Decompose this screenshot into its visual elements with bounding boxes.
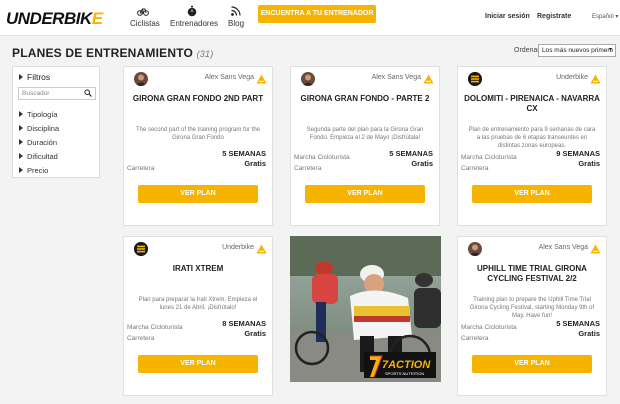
caret-right-icon [19, 111, 23, 117]
plan-tags: Marcha Cicloturista Carretera [461, 322, 517, 344]
register-link[interactable]: Registrate [537, 13, 571, 20]
chevron-down-icon: ▾ [615, 14, 619, 20]
language-selector[interactable]: Español ▾ [592, 13, 618, 20]
find-coach-button[interactable]: ENCUENTRA A TU ENTRENADOR [258, 5, 376, 23]
filters-panel: Filtros Buscador Tipología Disciplina Du… [12, 66, 100, 178]
order-select[interactable]: Los más nuevos primero ▾ [538, 44, 616, 57]
ad-brand-main: 7ACTION [382, 359, 431, 371]
difficulty-icon [590, 244, 601, 254]
nav-blog[interactable]: Blog [228, 5, 244, 28]
plan-duration-price: 5 SEMANAS Gratis [389, 149, 433, 168]
author-name: Underbike [222, 244, 254, 251]
stopwatch-icon [187, 5, 197, 17]
view-plan-button[interactable]: VER PLAN [138, 185, 258, 203]
tag: Carretera [461, 165, 489, 172]
login-link[interactable]: Iniciar sesión [485, 13, 530, 20]
sponsor-ad-image[interactable]: 7ACTION SPORTS NUTRITION [290, 236, 441, 382]
difficulty-icon [423, 74, 434, 84]
caret-right-icon [19, 167, 23, 173]
tag: Marcha Cicloturista [461, 324, 517, 331]
chevron-down-icon: ▾ [608, 47, 612, 53]
author-name: Alex Sans Vega [538, 244, 588, 251]
top-navigation-bar: UNDERBIKE Ciclistas Entrenadores Blog EN… [0, 0, 620, 36]
plan-description: Segunda parte del plan para la Girona Gr… [306, 127, 424, 141]
plan-duration-price: 8 SEMANAS Gratis [222, 319, 266, 338]
page-title: PLANES DE ENTRENAMIENTO (31) [12, 46, 214, 60]
nav-entrenadores[interactable]: Entrenadores [170, 5, 218, 28]
plan-card[interactable]: Alex Sans Vega GIRONA GRAN FONDO - PARTE… [290, 66, 440, 226]
plan-card[interactable]: Alex Sans Vega UPHILL TIME TRIAL GIRONA … [457, 236, 607, 396]
plan-tags: Marcha Cicloturista Carretera [461, 152, 517, 174]
view-plan-button[interactable]: VER PLAN [472, 185, 592, 203]
filter-precio[interactable]: Precio [19, 166, 48, 175]
underbike-avatar-icon [134, 242, 148, 256]
avatar [301, 72, 315, 86]
plan-description: Plan de entrenamiento para 9 semanas de … [468, 127, 596, 149]
view-plan-button[interactable]: VER PLAN [138, 355, 258, 373]
view-plan-button[interactable]: VER PLAN [472, 355, 592, 373]
plan-title: IRATI XTREM [172, 264, 224, 273]
plan-card[interactable]: Alex Sans Vega GIRONA GRAN FONDO 2ND PAR… [123, 66, 273, 226]
plan-title: GIRONA GRAN FONDO - PARTE 2 [300, 94, 430, 103]
plan-card[interactable]: Underbike DOLOMITI - PIRENAICA - NAVARRA… [457, 66, 607, 226]
tag: Marcha Cicloturista [294, 154, 350, 161]
bicycle-icon [137, 8, 149, 16]
tag: Marcha Cicloturista [461, 154, 517, 161]
rss-icon [231, 6, 241, 16]
plan-tags: Marcha Cicloturista Carretera [127, 322, 183, 344]
plan-duration-price: 5 SEMANAS Gratis [222, 149, 266, 168]
order-label: Ordenar [514, 47, 540, 54]
search-input[interactable]: Buscador [18, 87, 96, 100]
plan-tags: Marcha Cicloturista Carretera [294, 152, 350, 174]
plan-duration-price: 9 SEMANAS Gratis [556, 149, 600, 168]
nav-ciclistas[interactable]: Ciclistas [130, 5, 160, 28]
difficulty-icon [590, 74, 601, 84]
caret-right-icon [19, 74, 23, 80]
difficulty-icon [256, 244, 267, 254]
plan-card[interactable]: Underbike IRATI XTREM Plan para preparar… [123, 236, 273, 396]
plan-title: UPHILL TIME TRIAL GIRONA CYCLING FESTIVA… [477, 264, 587, 283]
filter-disciplina[interactable]: Disciplina [19, 124, 59, 133]
filter-duracion[interactable]: Duración [19, 138, 57, 147]
plan-description: Plan para preparar la Irati Xtrem. Empie… [138, 297, 258, 311]
tag: Carretera [294, 165, 322, 172]
caret-right-icon [19, 153, 23, 159]
filters-header[interactable]: Filtros [19, 72, 50, 82]
plan-title: DOLOMITI - PIRENAICA - NAVARRA CX [464, 94, 600, 113]
avatar [134, 72, 148, 86]
tag: Carretera [127, 335, 155, 342]
plan-title: GIRONA GRAN FONDO 2ND PART [132, 94, 264, 103]
search-icon[interactable] [84, 89, 92, 97]
author-name: Alex Sans Vega [371, 74, 421, 81]
plan-tags: Carretera [127, 163, 154, 174]
plan-count: (31) [196, 49, 214, 59]
filter-dificultad[interactable]: Dificultad [19, 152, 58, 161]
tag: Marcha Cicloturista [127, 324, 183, 331]
plan-description: Training plan to prepare the Uphill Time… [469, 297, 595, 319]
view-plan-button[interactable]: VER PLAN [305, 185, 425, 203]
caret-right-icon [19, 125, 23, 131]
difficulty-icon [256, 74, 267, 84]
ad-brand-sub: SPORTS NUTRITION [385, 371, 424, 376]
avatar [468, 242, 482, 256]
cyclists-photo: 7ACTION SPORTS NUTRITION [290, 236, 441, 382]
caret-right-icon [19, 139, 23, 145]
tag: Carretera [127, 165, 155, 172]
plan-description: The second part of the training program … [135, 127, 261, 141]
tag: Carretera [461, 335, 489, 342]
plan-duration-price: 5 SEMANAS Gratis [556, 319, 600, 338]
underbike-avatar-icon [468, 72, 482, 86]
author-name: Alex Sans Vega [204, 74, 254, 81]
author-name: Underbike [556, 74, 588, 81]
filter-tipologia[interactable]: Tipología [19, 110, 58, 119]
underbike-logo[interactable]: UNDERBIKE [6, 9, 103, 29]
